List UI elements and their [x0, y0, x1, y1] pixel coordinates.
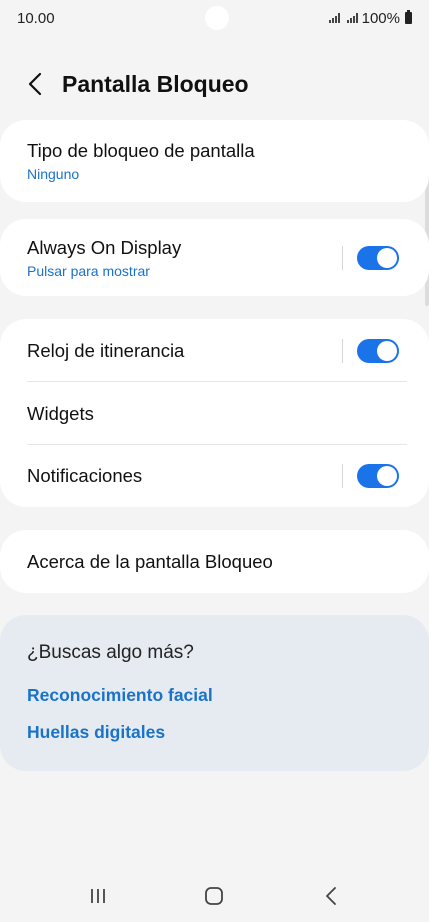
- always-on-toggle-wrap: [342, 245, 399, 270]
- always-on-row[interactable]: Always On Display Pulsar para mostrar: [0, 219, 429, 296]
- home-icon[interactable]: [194, 876, 234, 916]
- about-row[interactable]: Acerca de la pantalla Bloqueo: [0, 530, 429, 593]
- about-card: Acerca de la pantalla Bloqueo: [0, 530, 429, 593]
- lock-type-title: Tipo de bloqueo de pantalla: [27, 140, 255, 161]
- fingerprints-link[interactable]: Huellas digitales: [27, 722, 165, 743]
- signal-icon: [328, 13, 340, 23]
- toggle-divider: [342, 245, 343, 270]
- widgets-title: Widgets: [27, 402, 94, 424]
- lock-type-card: Tipo de bloqueo de pantalla Ninguno: [0, 120, 429, 202]
- toggle-divider: [342, 464, 343, 488]
- face-recognition-link[interactable]: Reconocimiento facial: [27, 685, 213, 706]
- battery-icon: [405, 10, 412, 24]
- always-on-card: Always On Display Pulsar para mostrar: [0, 219, 429, 296]
- widgets-row[interactable]: Widgets: [0, 382, 429, 445]
- app-header: Pantalla Bloqueo: [22, 62, 249, 106]
- notifications-toggle[interactable]: [357, 464, 399, 488]
- back-icon[interactable]: [311, 876, 351, 916]
- roaming-clock-toggle[interactable]: [357, 338, 399, 363]
- notifications-toggle-wrap: [342, 464, 399, 488]
- toggle-knob: [377, 247, 397, 268]
- navigation-bar: [0, 870, 429, 922]
- status-icons: 100%: [328, 9, 412, 27]
- lock-type-value: Ninguno: [27, 166, 80, 182]
- status-bar: 10.00 100%: [0, 0, 429, 36]
- suggestions-card: ¿Buscas algo más? Reconocimiento facial …: [0, 615, 429, 771]
- toggle-divider: [342, 338, 343, 363]
- options-card: Reloj de itinerancia Widgets Notificacio…: [0, 319, 429, 507]
- recents-icon[interactable]: [78, 876, 118, 916]
- signal-icon: [346, 13, 358, 23]
- battery-percent: 100%: [361, 9, 400, 27]
- lock-type-row[interactable]: Tipo de bloqueo de pantalla Ninguno: [0, 120, 429, 202]
- about-title: Acerca de la pantalla Bloqueo: [27, 550, 273, 572]
- status-time: 10.00: [17, 9, 55, 27]
- camera-cutout: [204, 6, 229, 30]
- chevron-left-icon[interactable]: [22, 71, 48, 97]
- page-title: Pantalla Bloqueo: [62, 70, 249, 97]
- roaming-clock-row[interactable]: Reloj de itinerancia: [0, 319, 429, 382]
- notifications-row[interactable]: Notificaciones: [0, 445, 429, 507]
- roaming-clock-toggle-wrap: [342, 338, 399, 363]
- toggle-knob: [377, 466, 397, 486]
- always-on-toggle[interactable]: [357, 245, 399, 270]
- toggle-knob: [377, 340, 397, 361]
- suggestions-title: ¿Buscas algo más?: [27, 642, 194, 663]
